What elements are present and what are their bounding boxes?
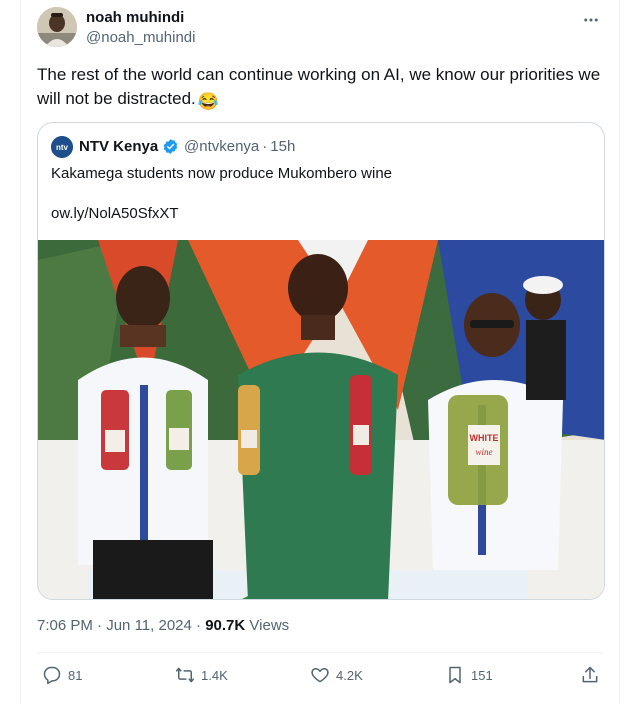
- quoted-handle[interactable]: @ntvkenya: [184, 138, 259, 155]
- jar-label-subtext: wine: [476, 447, 493, 457]
- divider: [37, 652, 603, 653]
- share-button[interactable]: [580, 665, 606, 685]
- quoted-separator: ·: [262, 138, 268, 155]
- quoted-photo[interactable]: WHITE wine: [38, 240, 604, 599]
- like-button[interactable]: 4.2K: [310, 665, 363, 685]
- tweet-body: The rest of the world can continue worki…: [37, 65, 601, 108]
- reply-icon: [43, 666, 61, 685]
- reply-count: 81: [68, 667, 83, 683]
- heart-icon: [311, 668, 329, 683]
- tweet-meta: 7:06 PM · Jun 11, 2024 · 90.7K Views: [37, 617, 289, 634]
- like-count: 4.2K: [336, 667, 363, 683]
- quoted-time[interactable]: 15h: [270, 138, 295, 155]
- action-bar: 81 1.4K 4.2K 151: [37, 662, 603, 692]
- tweet-detail: noah muhindi @noah_muhindi The rest of t…: [20, 0, 620, 704]
- tweet-text: The rest of the world can continue worki…: [37, 63, 607, 114]
- quoted-link[interactable]: ow.ly/NolA50SfxXT: [51, 205, 179, 222]
- tweet-timestamp[interactable]: 7:06 PM · Jun 11, 2024: [37, 617, 192, 634]
- quoted-display-name[interactable]: NTV Kenya: [79, 138, 158, 155]
- views-count: 90.7K: [205, 617, 246, 634]
- quoted-author-avatar[interactable]: ntv: [51, 136, 73, 158]
- repost-icon: [175, 667, 195, 683]
- ntv-logo-text: ntv: [56, 143, 69, 152]
- author-handle[interactable]: @noah_muhindi: [86, 29, 195, 46]
- quoted-tweet-card[interactable]: ntv NTV Kenya @ntvkenya · 15h Kakamega stu…: [37, 122, 605, 600]
- repost-count: 1.4K: [201, 667, 228, 683]
- bookmark-icon: [449, 666, 461, 684]
- bookmark-count: 151: [471, 667, 493, 683]
- author-avatar[interactable]: [37, 7, 77, 47]
- repost-button[interactable]: 1.4K: [175, 665, 228, 685]
- quoted-handle-line: @ntvkenya · 15h: [184, 138, 295, 155]
- meta-separator: ·: [196, 617, 202, 634]
- jar-label-text: WHITE: [470, 433, 499, 443]
- views-label: Views: [249, 617, 290, 634]
- share-icon: [582, 666, 598, 683]
- face-with-tears-of-joy-emoji: 😂: [197, 92, 219, 111]
- author-display-name[interactable]: noah muhindi: [86, 9, 184, 26]
- bookmark-button[interactable]: 151: [445, 665, 493, 685]
- more-options-icon[interactable]: [579, 8, 603, 32]
- reply-button[interactable]: 81: [42, 665, 82, 685]
- verified-badge-icon: [162, 138, 179, 155]
- quoted-text: Kakamega students now produce Mukombero …: [51, 165, 393, 182]
